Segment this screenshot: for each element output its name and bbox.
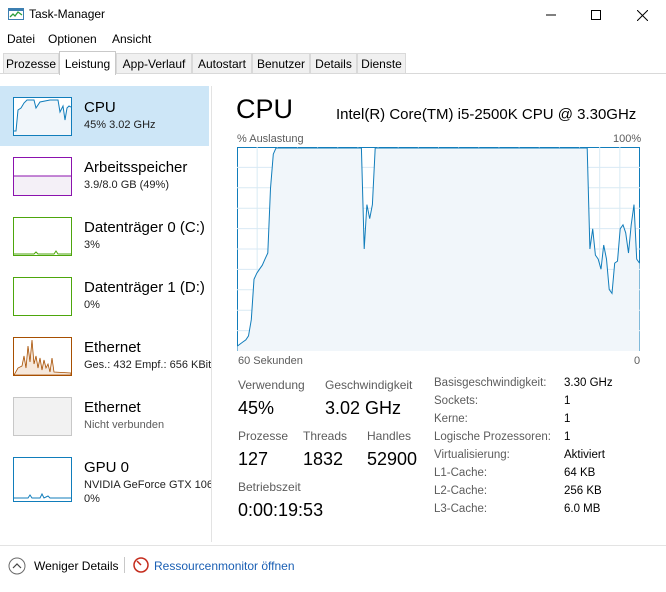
resource-item-memory[interactable]: Arbeitsspeicher 3.9/8.0 GB (49%) (0, 146, 209, 206)
detail-label: Kerne: (434, 413, 468, 425)
detail-label: L2-Cache: (434, 485, 488, 497)
resource-title: CPU (84, 99, 116, 116)
detail-label: Virtualisierung: (434, 449, 510, 461)
resource-item-gpu[interactable]: GPU 0 NVIDIA GeForce GTX 1060 0% (0, 446, 212, 512)
detail-value: 1 (564, 413, 571, 425)
graph-label-utilization: % Auslastung (237, 133, 304, 145)
fewer-details-button[interactable] (8, 557, 26, 575)
stat-value-threads: 1832 (303, 449, 344, 469)
ethernet2-mini-graph (13, 397, 72, 436)
tab-strip: Prozesse Leistung App-Verlauf Autostart … (0, 51, 666, 75)
tab-app-verlauf[interactable]: App-Verlauf (116, 53, 192, 74)
window-title: Task-Manager (29, 7, 106, 21)
resource-title: Ethernet (84, 339, 141, 356)
stat-label-handles: Handles (367, 429, 412, 443)
resource-subtitle: Ges.: 432 Empf.: 656 KBit/s (84, 359, 212, 371)
resource-item-ethernet[interactable]: Ethernet Ges.: 432 Empf.: 656 KBit/s (0, 326, 212, 386)
resource-item-disk-0[interactable]: Datenträger 0 (C:) 3% (0, 206, 209, 266)
footer-divider (0, 545, 666, 546)
fewer-details-link[interactable]: Weniger Details (34, 559, 118, 573)
detail-label: Logische Prozessoren: (434, 431, 551, 443)
resource-subtitle: NVIDIA GeForce GTX 1060 (84, 479, 212, 491)
tab-leistung[interactable]: Leistung (59, 51, 116, 75)
detail-value: 64 KB (564, 467, 596, 479)
detail-value: 1 (564, 395, 571, 407)
menu-ansicht[interactable]: Ansicht (112, 32, 151, 46)
detail-label: Basisgeschwindigkeit: (434, 377, 547, 389)
chevron-up-icon (8, 557, 26, 575)
tab-details[interactable]: Details (310, 53, 357, 74)
menu-bar: Datei Optionen Ansicht (0, 30, 666, 50)
stat-value-processes: 127 (238, 449, 269, 469)
stat-label-uptime: Betriebszeit (238, 480, 301, 494)
tab-autostart[interactable]: Autostart (192, 53, 252, 74)
maximize-button[interactable] (573, 0, 619, 30)
title-bar[interactable]: Task-Manager (0, 0, 666, 30)
resource-item-ethernet-disconnected[interactable]: Ethernet Nicht verbunden (0, 386, 209, 446)
stat-label-threads: Threads (303, 429, 348, 443)
resource-subtitle: 0% (84, 299, 100, 311)
footer-separator (124, 557, 125, 573)
resource-title: Ethernet (84, 399, 141, 416)
resource-list: CPU 45% 3.02 GHz Arbeitsspeicher 3.9/8.0… (0, 80, 212, 542)
stat-value-utilization: 45% (238, 398, 275, 418)
stat-value-uptime: 0:00:19:53 (238, 500, 324, 520)
detail-value: Aktiviert (564, 449, 605, 461)
close-icon (636, 9, 648, 21)
resource-subtitle: 3% (84, 239, 100, 251)
tab-prozesse[interactable]: Prozesse (3, 53, 59, 74)
maximize-icon (591, 10, 601, 20)
tab-dienste[interactable]: Dienste (357, 53, 406, 74)
minimize-icon (546, 14, 556, 16)
stat-label-processes: Prozesse (238, 429, 289, 443)
open-resource-monitor-link[interactable]: Ressourcenmonitor öffnen (154, 559, 295, 573)
graph-label-zero: 0 (634, 355, 641, 367)
disk1-mini-graph (13, 277, 72, 316)
stat-value-handles: 52900 (367, 449, 418, 469)
tab-benutzer[interactable]: Benutzer (252, 53, 310, 74)
graph-label-time: 60 Sekunden (238, 355, 303, 367)
detail-value: 6.0 MB (564, 503, 601, 515)
graph-label-max: 100% (613, 133, 642, 145)
resource-title: Datenträger 1 (D:) (84, 279, 205, 296)
minimize-button[interactable] (528, 0, 574, 30)
resource-item-disk-1[interactable]: Datenträger 1 (D:) 0% (0, 266, 209, 326)
resource-title: Datenträger 0 (C:) (84, 219, 205, 236)
cpu-usage-graph (237, 147, 640, 351)
resource-item-cpu[interactable]: CPU 45% 3.02 GHz (0, 86, 209, 146)
stat-label-speed: Geschwindigkeit (325, 378, 413, 392)
resource-subtitle: Nicht verbunden (84, 419, 165, 431)
graph-area (237, 148, 640, 351)
detail-value: 256 KB (564, 485, 602, 497)
cpu-mini-graph (13, 97, 72, 136)
detail-value: 3.30 GHz (564, 377, 613, 389)
detail-label: Sockets: (434, 395, 479, 407)
menu-optionen[interactable]: Optionen (48, 32, 97, 46)
resource-monitor-icon[interactable] (133, 557, 149, 573)
disk0-mini-graph (13, 217, 72, 256)
resource-title: GPU 0 (84, 459, 130, 476)
close-button[interactable] (619, 0, 665, 30)
detail-value: 1 (564, 431, 571, 443)
resource-subtitle: 3.9/8.0 GB (49%) (84, 179, 169, 191)
resource-subtitle: 45% 3.02 GHz (84, 119, 156, 131)
resource-subtitle-2: 0% (84, 493, 100, 505)
gpu-mini-graph (13, 457, 72, 502)
resource-title: Arbeitsspeicher (84, 159, 188, 176)
menu-datei[interactable]: Datei (7, 32, 35, 46)
memory-mini-graph (13, 157, 72, 196)
ethernet-mini-graph (13, 337, 72, 376)
detail-label: L1-Cache: (434, 467, 488, 479)
cpu-model: Intel(R) Core(TM) i5-2500K CPU @ 3.30GHz (336, 106, 637, 123)
stat-value-speed: 3.02 GHz (325, 398, 402, 418)
detail-label: L3-Cache: (434, 503, 488, 515)
panel-divider (211, 86, 212, 542)
stat-label-utilization: Verwendung (238, 378, 305, 392)
page-title: CPU (236, 94, 294, 124)
task-manager-icon (8, 6, 24, 22)
